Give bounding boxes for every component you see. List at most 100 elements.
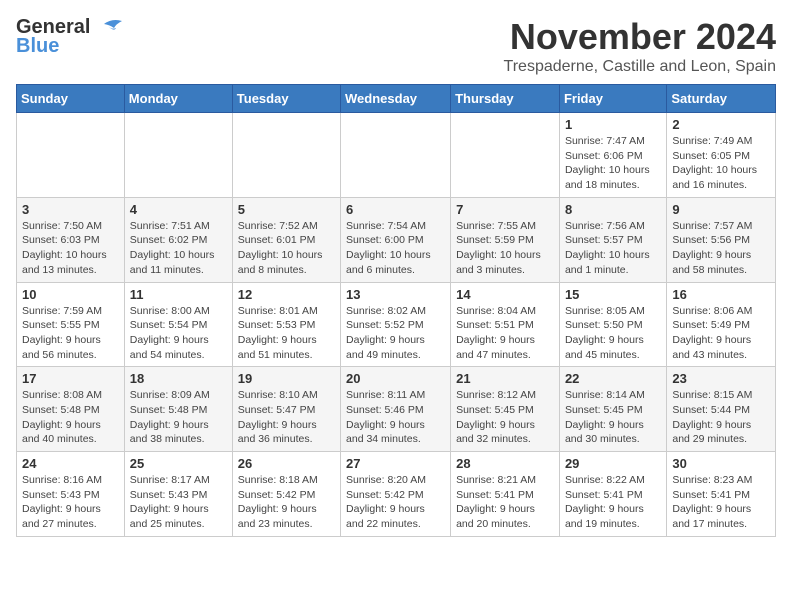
day-number: 29: [565, 456, 661, 471]
day-number: 10: [22, 287, 119, 302]
logo: General Blue: [16, 16, 124, 56]
weekday-header-thursday: Thursday: [451, 85, 560, 113]
day-info: Sunrise: 7:52 AM Sunset: 6:01 PM Dayligh…: [238, 219, 335, 278]
day-info: Sunrise: 8:12 AM Sunset: 5:45 PM Dayligh…: [456, 388, 554, 447]
day-info: Sunrise: 8:16 AM Sunset: 5:43 PM Dayligh…: [22, 473, 119, 532]
day-info: Sunrise: 8:14 AM Sunset: 5:45 PM Dayligh…: [565, 388, 661, 447]
calendar-cell: 7 Sunrise: 7:55 AM Sunset: 5:59 PM Daylig…: [451, 197, 560, 282]
day-number: 5: [238, 202, 335, 217]
logo-general: General: [16, 17, 90, 37]
calendar-week-row: 10 Sunrise: 7:59 AM Sunset: 5:55 PM Dayli…: [17, 282, 776, 367]
day-number: 6: [346, 202, 445, 217]
calendar-cell: 8Sunrise: 7:56 AM Sunset: 5:57 PM Daylig…: [559, 197, 666, 282]
day-info: Sunrise: 8:21 AM Sunset: 5:41 PM Dayligh…: [456, 473, 554, 532]
day-info: Sunrise: 8:06 AM Sunset: 5:49 PM Dayligh…: [672, 304, 770, 363]
day-number: 9: [672, 202, 770, 217]
day-info: Sunrise: 8:23 AM Sunset: 5:41 PM Dayligh…: [672, 473, 770, 532]
day-info: Sunrise: 8:08 AM Sunset: 5:48 PM Dayligh…: [22, 388, 119, 447]
day-number: 3: [22, 202, 119, 217]
calendar-cell: [451, 113, 560, 198]
day-info: Sunrise: 8:00 AM Sunset: 5:54 PM Dayligh…: [130, 304, 227, 363]
title-area: November 2024 Trespaderne, Castille and …: [504, 16, 776, 76]
location-title: Trespaderne, Castille and Leon, Spain: [504, 58, 776, 76]
day-info: Sunrise: 8:02 AM Sunset: 5:52 PM Dayligh…: [346, 304, 445, 363]
day-info: Sunrise: 7:57 AM Sunset: 5:56 PM Dayligh…: [672, 219, 770, 278]
month-title: November 2024: [504, 16, 776, 58]
calendar-cell: 30Sunrise: 8:23 AM Sunset: 5:41 PM Dayli…: [667, 452, 776, 537]
day-number: 7: [456, 202, 554, 217]
day-number: 17: [22, 371, 119, 386]
day-number: 25: [130, 456, 227, 471]
logo-bird-icon: [94, 16, 124, 38]
day-number: 23: [672, 371, 770, 386]
weekday-header-wednesday: Wednesday: [341, 85, 451, 113]
calendar-cell: 19 Sunrise: 8:10 AM Sunset: 5:47 PM Dayli…: [232, 367, 340, 452]
day-info: Sunrise: 7:59 AM Sunset: 5:55 PM Dayligh…: [22, 304, 119, 363]
day-info: Sunrise: 8:01 AM Sunset: 5:53 PM Dayligh…: [238, 304, 335, 363]
day-number: 22: [565, 371, 661, 386]
day-number: 13: [346, 287, 445, 302]
day-number: 12: [238, 287, 335, 302]
day-info: Sunrise: 8:04 AM Sunset: 5:51 PM Dayligh…: [456, 304, 554, 363]
day-number: 19: [238, 371, 335, 386]
day-info: Sunrise: 8:05 AM Sunset: 5:50 PM Dayligh…: [565, 304, 661, 363]
calendar-cell: 2 Sunrise: 7:49 AM Sunset: 6:05 PM Daylig…: [667, 113, 776, 198]
day-info: Sunrise: 8:22 AM Sunset: 5:41 PM Dayligh…: [565, 473, 661, 532]
calendar-cell: 3 Sunrise: 7:50 AM Sunset: 6:03 PM Daylig…: [17, 197, 125, 282]
day-info: Sunrise: 8:09 AM Sunset: 5:48 PM Dayligh…: [130, 388, 227, 447]
calendar-cell: 16Sunrise: 8:06 AM Sunset: 5:49 PM Dayli…: [667, 282, 776, 367]
weekday-header-saturday: Saturday: [667, 85, 776, 113]
day-number: 26: [238, 456, 335, 471]
calendar-cell: 29 Sunrise: 8:22 AM Sunset: 5:41 PM Dayli…: [559, 452, 666, 537]
calendar-cell: 24Sunrise: 8:16 AM Sunset: 5:43 PM Dayli…: [17, 452, 125, 537]
day-info: Sunrise: 8:10 AM Sunset: 5:47 PM Dayligh…: [238, 388, 335, 447]
logo-blue: Blue: [16, 36, 59, 56]
day-number: 1: [565, 117, 661, 132]
weekday-header-friday: Friday: [559, 85, 666, 113]
header: General Blue November 2024 Trespaderne, …: [16, 16, 776, 76]
calendar-cell: 22 Sunrise: 8:14 AM Sunset: 5:45 PM Dayli…: [559, 367, 666, 452]
day-info: Sunrise: 7:55 AM Sunset: 5:59 PM Dayligh…: [456, 219, 554, 278]
calendar-table: SundayMondayTuesdayWednesdayThursdayFrid…: [16, 84, 776, 537]
day-number: 4: [130, 202, 227, 217]
day-number: 28: [456, 456, 554, 471]
weekday-header-monday: Monday: [124, 85, 232, 113]
day-info: Sunrise: 8:17 AM Sunset: 5:43 PM Dayligh…: [130, 473, 227, 532]
day-number: 15: [565, 287, 661, 302]
day-info: Sunrise: 8:15 AM Sunset: 5:44 PM Dayligh…: [672, 388, 770, 447]
calendar-cell: 27Sunrise: 8:20 AM Sunset: 5:42 PM Dayli…: [341, 452, 451, 537]
weekday-header-row: SundayMondayTuesdayWednesdayThursdayFrid…: [17, 85, 776, 113]
calendar-week-row: 1 Sunrise: 7:47 AM Sunset: 6:06 PM Daylig…: [17, 113, 776, 198]
calendar-cell: 1 Sunrise: 7:47 AM Sunset: 6:06 PM Daylig…: [559, 113, 666, 198]
weekday-header-sunday: Sunday: [17, 85, 125, 113]
calendar-week-row: 3 Sunrise: 7:50 AM Sunset: 6:03 PM Daylig…: [17, 197, 776, 282]
day-number: 2: [672, 117, 770, 132]
day-number: 11: [130, 287, 227, 302]
day-info: Sunrise: 7:54 AM Sunset: 6:00 PM Dayligh…: [346, 219, 445, 278]
calendar-cell: 11 Sunrise: 8:00 AM Sunset: 5:54 PM Dayli…: [124, 282, 232, 367]
day-number: 8: [565, 202, 661, 217]
day-info: Sunrise: 7:50 AM Sunset: 6:03 PM Dayligh…: [22, 219, 119, 278]
calendar-cell: 26Sunrise: 8:18 AM Sunset: 5:42 PM Dayli…: [232, 452, 340, 537]
calendar-cell: [124, 113, 232, 198]
calendar-cell: 12 Sunrise: 8:01 AM Sunset: 5:53 PM Dayli…: [232, 282, 340, 367]
weekday-header-tuesday: Tuesday: [232, 85, 340, 113]
calendar-cell: [341, 113, 451, 198]
day-info: Sunrise: 8:11 AM Sunset: 5:46 PM Dayligh…: [346, 388, 445, 447]
calendar-cell: 13 Sunrise: 8:02 AM Sunset: 5:52 PM Dayli…: [341, 282, 451, 367]
day-number: 21: [456, 371, 554, 386]
calendar-cell: 5 Sunrise: 7:52 AM Sunset: 6:01 PM Daylig…: [232, 197, 340, 282]
calendar-cell: 9 Sunrise: 7:57 AM Sunset: 5:56 PM Daylig…: [667, 197, 776, 282]
calendar-week-row: 24Sunrise: 8:16 AM Sunset: 5:43 PM Dayli…: [17, 452, 776, 537]
day-number: 20: [346, 371, 445, 386]
calendar-cell: 17 Sunrise: 8:08 AM Sunset: 5:48 PM Dayli…: [17, 367, 125, 452]
day-info: Sunrise: 7:47 AM Sunset: 6:06 PM Dayligh…: [565, 134, 661, 193]
calendar-cell: 18Sunrise: 8:09 AM Sunset: 5:48 PM Dayli…: [124, 367, 232, 452]
calendar-cell: [232, 113, 340, 198]
calendar-cell: 28 Sunrise: 8:21 AM Sunset: 5:41 PM Dayli…: [451, 452, 560, 537]
calendar-cell: 14Sunrise: 8:04 AM Sunset: 5:51 PM Dayli…: [451, 282, 560, 367]
day-info: Sunrise: 7:49 AM Sunset: 6:05 PM Dayligh…: [672, 134, 770, 193]
day-number: 27: [346, 456, 445, 471]
calendar-cell: 23 Sunrise: 8:15 AM Sunset: 5:44 PM Dayli…: [667, 367, 776, 452]
calendar-cell: 6 Sunrise: 7:54 AM Sunset: 6:00 PM Daylig…: [341, 197, 451, 282]
